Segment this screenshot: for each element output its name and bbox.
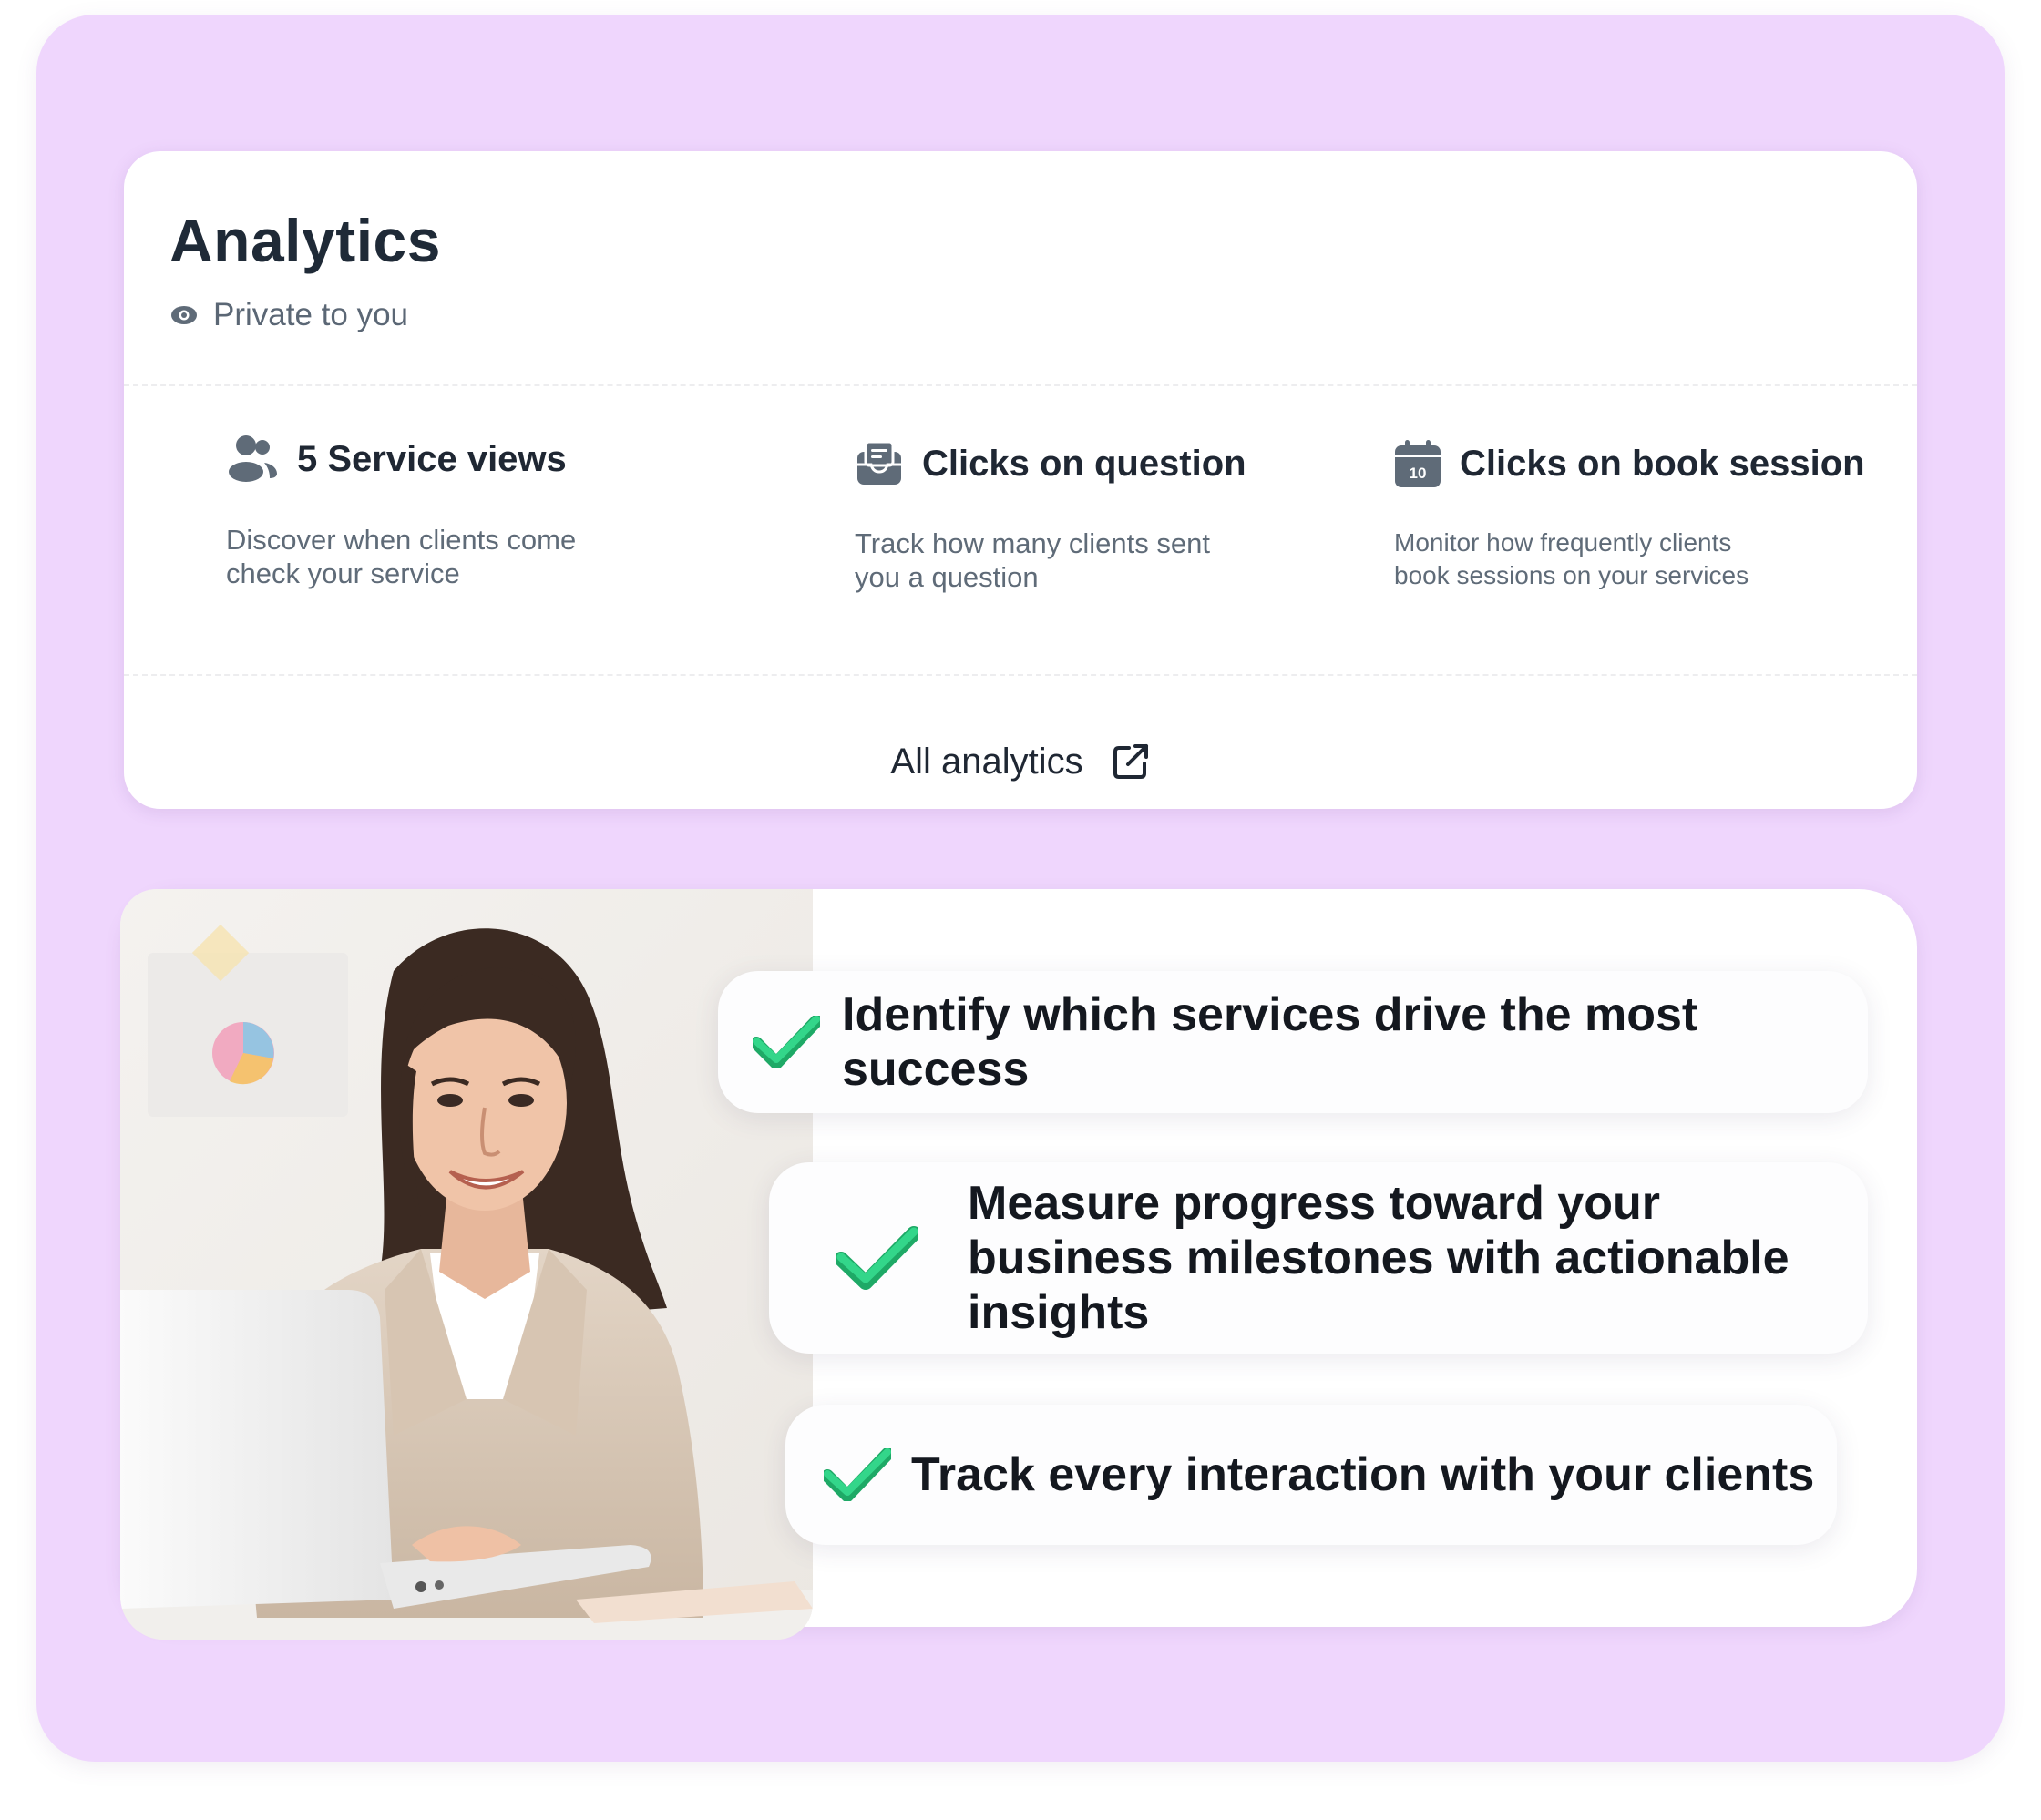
all-analytics-label: All analytics [890, 741, 1083, 782]
external-link-icon [1113, 744, 1148, 779]
users-icon [229, 435, 277, 482]
analytics-card: Analytics Private to you 5 Service views… [124, 151, 1917, 809]
feature-text: Track every interaction with your client… [911, 1448, 1815, 1501]
privacy-label: Private to you [213, 297, 408, 332]
page-title: Analytics [169, 207, 441, 274]
woman-at-laptop-photo [120, 889, 813, 1640]
check-icon [836, 1226, 918, 1290]
feature-text: Measure progress toward your business mi… [968, 1177, 1790, 1339]
divider [124, 384, 1917, 386]
divider [124, 674, 1917, 676]
stat-label: Clicks on question [922, 443, 1246, 484]
feature-item: Identify which services drive the most s… [718, 971, 1868, 1113]
stat-label: Clicks on book session [1460, 443, 1865, 484]
all-analytics-link[interactable]: All analytics [124, 718, 1917, 805]
calendar-day: 10 [1410, 465, 1427, 482]
stat-clicks-book-session: 10 Clicks on book session Monitor how fr… [1394, 439, 1865, 592]
feature-item: Track every interaction with your client… [785, 1405, 1837, 1545]
stat-description: Monitor how frequently clients book sess… [1394, 528, 1749, 589]
stat-clicks-question: Clicks on question Track how many client… [855, 439, 1256, 594]
calendar-icon: 10 [1395, 440, 1441, 487]
feature-item: Measure progress toward your business mi… [769, 1162, 1868, 1354]
stat-service-views: 5 Service views Discover when clients co… [226, 434, 627, 590]
eye-icon [171, 306, 197, 324]
stat-description: Track how many clients sent you a questi… [855, 527, 1210, 593]
feature-text: Identify which services drive the most s… [842, 988, 1698, 1096]
stat-description: Discover when clients come check your se… [226, 524, 577, 589]
inbox-icon [857, 440, 901, 485]
stat-label: 5 Service views [297, 438, 567, 479]
check-icon [824, 1448, 891, 1501]
privacy-note: Private to you [169, 297, 408, 333]
check-icon [753, 1016, 820, 1068]
